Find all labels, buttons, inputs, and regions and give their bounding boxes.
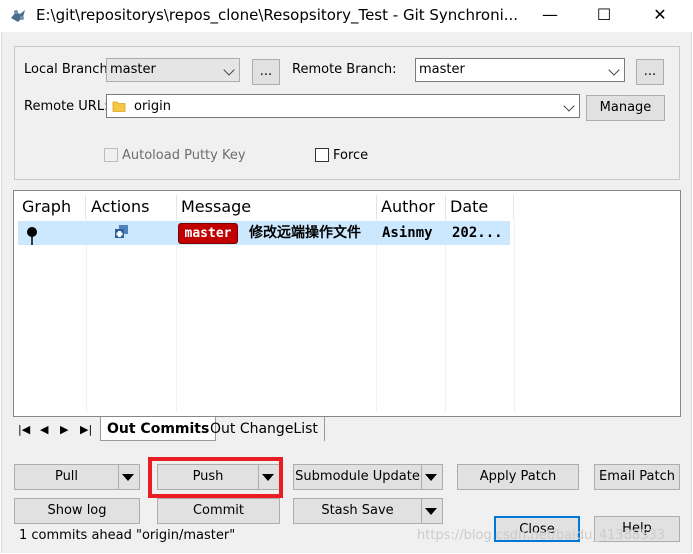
remote-url-label: Remote URL: [24,99,109,114]
remote-branch-select[interactable]: master [415,58,625,82]
show-log-button[interactable]: Show log [14,498,140,524]
column-header-date[interactable]: Date [446,195,514,219]
first-tab-nav-button[interactable]: |◀ [18,423,30,436]
local-branch-label: Local Branch: [24,62,113,77]
remote-branch-label: Remote Branch: [292,62,397,77]
submodule-update-split-button[interactable]: Submodule Update [293,464,443,490]
tab-out-changelist[interactable]: Out ChangeList [204,417,325,441]
apply-patch-button[interactable]: Apply Patch [457,464,579,490]
column-header-actions[interactable]: Actions [87,195,177,219]
last-tab-nav-button[interactable]: ▶| [80,423,92,436]
commit-action-icon [115,225,128,238]
local-branch-select[interactable]: master [106,58,240,82]
pull-split-button[interactable]: Pull [14,464,140,490]
folder-icon [112,101,126,112]
stash-save-dropdown-icon[interactable] [420,499,442,523]
autoload-putty-key-checkbox[interactable] [104,148,118,162]
graph-node-icon [27,227,37,245]
minimize-button[interactable]: — [527,0,573,30]
pull-dropdown-icon[interactable] [117,465,139,489]
column-header-author[interactable]: Author [377,195,446,219]
watermark-text: https://blog.csdn.net/baidu_41388533 [417,528,666,543]
column-header-graph[interactable]: Graph [18,195,86,219]
stash-save-button[interactable]: Stash Save [294,499,422,523]
next-tab-nav-button[interactable]: ▶ [60,423,68,436]
status-text: 1 commits ahead "origin/master" [19,528,236,543]
close-window-button[interactable]: ✕ [637,0,683,30]
commit-date: 202... [452,225,503,241]
force-label: Force [333,148,369,163]
tab-bar: |◀ ◀ ▶ ▶| Out Commits Out ChangeList [14,417,680,443]
submodule-update-button[interactable]: Submodule Update [294,465,422,489]
remote-url-select[interactable]: origin [106,94,580,118]
title-bar: E:\git\repositorys\repos_clone\Resopsito… [0,0,693,32]
pull-button[interactable]: Pull [15,465,119,489]
tab-out-commits[interactable]: Out Commits [100,417,217,441]
git-app-icon [11,10,25,22]
autoload-putty-key-label: Autoload Putty Key [122,148,246,163]
commit-message: 修改远端操作文件 [249,225,361,241]
window-title: E:\git\repositorys\repos_clone\Resopsito… [36,6,519,24]
column-header-message[interactable]: Message [177,195,377,219]
force-checkbox[interactable] [315,148,329,162]
maximize-button[interactable]: ☐ [581,0,627,30]
out-commits-list[interactable]: Graph Actions Message Author Date master… [13,190,681,417]
commit-author: Asinmy [382,225,433,241]
remote-branch-browse-button[interactable]: ... [636,59,664,85]
prev-tab-nav-button[interactable]: ◀ [40,423,48,436]
chevron-down-icon [608,64,620,76]
branch-badge: master [178,223,238,244]
email-patch-button[interactable]: Email Patch [594,464,680,490]
commit-button[interactable]: Commit [157,498,280,524]
submodule-update-dropdown-icon[interactable] [420,465,442,489]
manage-button[interactable]: Manage [586,95,665,121]
local-branch-value: master [110,62,156,77]
local-branch-browse-button[interactable]: ... [252,59,280,85]
stash-save-split-button[interactable]: Stash Save [293,498,443,524]
push-highlight-frame [148,457,283,498]
remote-url-value: origin [134,99,172,114]
chevron-down-icon [563,100,575,112]
remote-branch-value: master [419,62,465,77]
chevron-down-icon [223,64,235,76]
